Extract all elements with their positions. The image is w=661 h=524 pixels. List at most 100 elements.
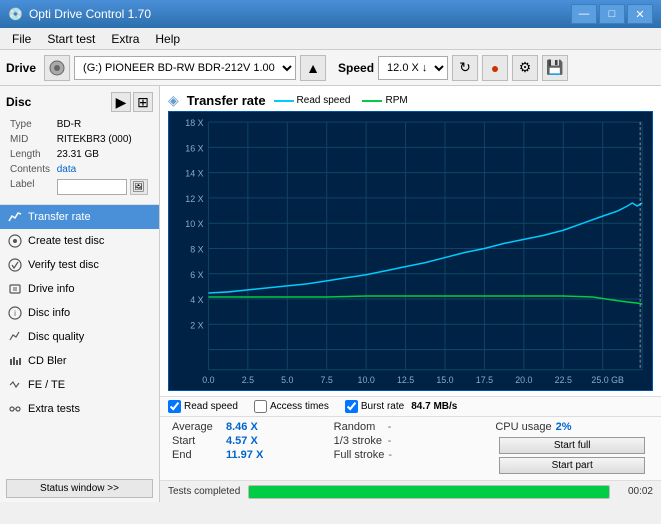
svg-text:22.5: 22.5 <box>555 375 572 385</box>
length-value: 23.31 GB <box>55 148 151 161</box>
disc-header-label: Disc <box>6 95 31 109</box>
refresh-btn[interactable]: ↻ <box>452 55 478 81</box>
chart-icon: ◈ <box>168 92 179 109</box>
chart-area: 18 X 16 X 14 X 12 X 10 X 8 X 6 X 4 X 2 X… <box>168 111 653 391</box>
burst-rate-value: 84.7 MB/s <box>411 401 457 412</box>
svg-text:2.5: 2.5 <box>242 375 254 385</box>
disc-info-icon: i <box>8 306 22 320</box>
nav-menu: Transfer rate Create test disc Verify te… <box>0 205 159 475</box>
legend-read-speed-color <box>274 100 294 102</box>
disc-info-table: Type BD-R MID RITEKBR3 (000) Length 23.3… <box>6 116 153 198</box>
svg-text:5.0: 5.0 <box>281 375 293 385</box>
access-times-checkbox-label: Access times <box>270 401 329 412</box>
chart-title: Transfer rate <box>187 93 266 108</box>
start-value: 4.57 X <box>226 435 258 447</box>
extra-tests-icon <box>8 402 22 416</box>
stat-full-stroke: Full stroke - <box>334 449 488 461</box>
burst-rate-checkbox-item[interactable]: Burst rate 84.7 MB/s <box>345 400 458 413</box>
contents-label: Contents <box>8 163 53 176</box>
drive-select[interactable]: (G:) PIONEER BD-RW BDR-212V 1.00 <box>74 56 296 80</box>
verify-test-disc-icon <box>8 258 22 272</box>
read-speed-checkbox-item[interactable]: Read speed <box>168 400 238 413</box>
legend-rpm: RPM <box>362 95 407 106</box>
app-title: Opti Drive Control 1.70 <box>29 7 571 21</box>
chart-svg: 18 X 16 X 14 X 12 X 10 X 8 X 6 X 4 X 2 X… <box>169 112 652 390</box>
nav-item-cd-bler[interactable]: CD Bler <box>0 349 159 373</box>
save-btn[interactable]: 💾 <box>542 55 568 81</box>
nav-item-drive-info[interactable]: Drive info <box>0 277 159 301</box>
disc-btn-1[interactable]: ▶ <box>111 92 131 112</box>
mid-value: RITEKBR3 (000) <box>55 133 151 146</box>
full-stroke-label: Full stroke <box>334 449 385 461</box>
label-btn[interactable]: 🖼 <box>130 179 148 195</box>
random-label: Random <box>334 421 384 433</box>
nav-item-create-test-disc[interactable]: Create test disc <box>0 229 159 253</box>
burst-rate-checkbox[interactable] <box>345 400 358 413</box>
nav-item-transfer-rate[interactable]: Transfer rate <box>0 205 159 229</box>
maximize-button[interactable]: □ <box>599 4 625 24</box>
stroke-1-3-value: - <box>388 435 392 447</box>
full-stroke-value: - <box>388 449 392 461</box>
main-layout: Disc ▶ ⊞ Type BD-R MID RITEKBR3 (000) Le… <box>0 86 661 502</box>
nav-label-cd-bler: CD Bler <box>28 355 67 367</box>
nav-item-disc-info[interactable]: i Disc info <box>0 301 159 325</box>
stats-buttons: Start full Start part <box>495 435 649 476</box>
menu-extra[interactable]: Extra <box>103 30 147 48</box>
close-button[interactable]: ✕ <box>627 4 653 24</box>
menubar: File Start test Extra Help <box>0 28 661 50</box>
speed-select[interactable]: 12.0 X ↓ <box>378 56 448 80</box>
cpu-usage-label: CPU usage <box>495 421 551 433</box>
drive-icon-btn[interactable] <box>44 55 70 81</box>
svg-text:6 X: 6 X <box>190 270 203 280</box>
label-input[interactable] <box>57 179 127 195</box>
nav-label-fe-te: FE / TE <box>28 379 65 391</box>
status-window-btn[interactable]: Status window >> <box>6 479 153 498</box>
minimize-button[interactable]: — <box>571 4 597 24</box>
svg-text:17.5: 17.5 <box>476 375 493 385</box>
burn-btn[interactable]: ● <box>482 55 508 81</box>
menu-start-test[interactable]: Start test <box>39 30 103 48</box>
access-times-checkbox[interactable] <box>254 400 267 413</box>
menu-help[interactable]: Help <box>147 30 188 48</box>
chart-legend: Read speed RPM <box>274 95 408 106</box>
read-speed-checkbox-label: Read speed <box>184 401 238 412</box>
contents-value[interactable]: data <box>55 163 151 176</box>
length-label: Length <box>8 148 53 161</box>
disc-btn-2[interactable]: ⊞ <box>133 92 153 112</box>
stat-stroke-1-3: 1/3 stroke - <box>334 435 488 447</box>
eject-btn[interactable]: ▲ <box>300 55 326 81</box>
access-times-checkbox-item[interactable]: Access times <box>254 400 329 413</box>
nav-label-disc-info: Disc info <box>28 307 70 319</box>
svg-text:14 X: 14 X <box>185 169 203 179</box>
nav-label-extra-tests: Extra tests <box>28 403 80 415</box>
mid-label: MID <box>8 133 53 146</box>
svg-text:25.0 GB: 25.0 GB <box>591 375 624 385</box>
svg-text:10 X: 10 X <box>185 219 203 229</box>
stats-col-3: CPU usage 2% Start full Start part <box>491 419 653 478</box>
nav-label-disc-quality: Disc quality <box>28 331 84 343</box>
svg-text:i: i <box>14 309 16 318</box>
start-full-btn[interactable]: Start full <box>499 437 645 454</box>
nav-item-fe-te[interactable]: FE / TE <box>0 373 159 397</box>
disc-quality-icon <box>8 330 22 344</box>
nav-item-disc-quality[interactable]: Disc quality <box>0 325 159 349</box>
nav-item-verify-test-disc[interactable]: Verify test disc <box>0 253 159 277</box>
nav-label-create-test-disc: Create test disc <box>28 235 104 247</box>
nav-item-extra-tests[interactable]: Extra tests <box>0 397 159 421</box>
start-part-btn[interactable]: Start part <box>499 457 645 474</box>
left-panel: Disc ▶ ⊞ Type BD-R MID RITEKBR3 (000) Le… <box>0 86 160 502</box>
average-label: Average <box>172 421 222 433</box>
legend-rpm-color <box>362 100 382 102</box>
stats-col-2: Random - 1/3 stroke - Full stroke - <box>330 419 492 478</box>
speed-label: Speed <box>338 61 374 75</box>
titlebar: 💿 Opti Drive Control 1.70 — □ ✕ <box>0 0 661 28</box>
read-speed-checkbox[interactable] <box>168 400 181 413</box>
disc-header: Disc ▶ ⊞ <box>6 92 153 112</box>
disc-section: Disc ▶ ⊞ Type BD-R MID RITEKBR3 (000) Le… <box>0 86 159 205</box>
svg-text:20.0: 20.0 <box>515 375 532 385</box>
menu-file[interactable]: File <box>4 30 39 48</box>
settings-btn[interactable]: ⚙ <box>512 55 538 81</box>
stroke-1-3-label: 1/3 stroke <box>334 435 384 447</box>
progress-bar-row: Tests completed 00:02 <box>160 480 661 502</box>
type-value: BD-R <box>55 118 151 131</box>
